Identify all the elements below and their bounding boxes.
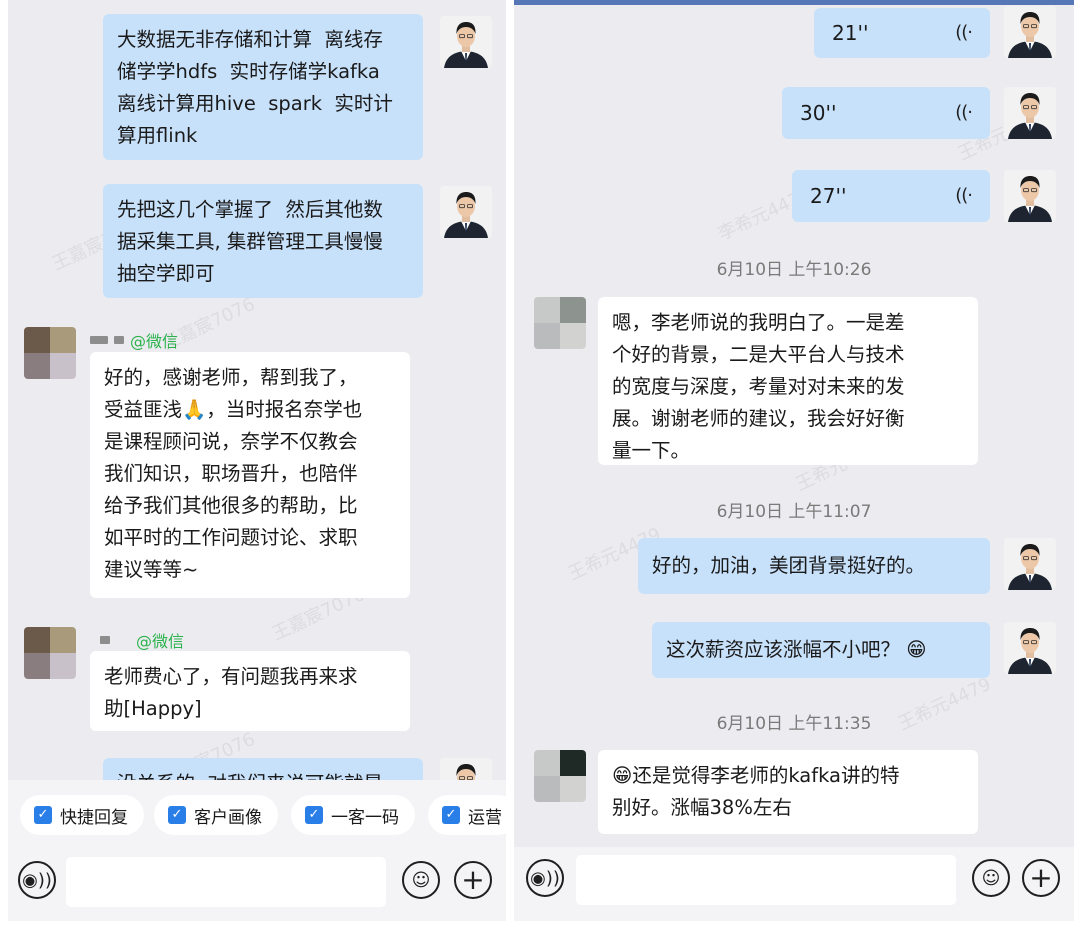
- voice-input-icon[interactable]: ◉)): [526, 859, 564, 897]
- voice-message[interactable]: 27'' ((·: [792, 170, 990, 222]
- checkbox-icon: ✓: [168, 806, 186, 824]
- teacher-avatar[interactable]: [1004, 622, 1056, 674]
- chip-quick-reply[interactable]: ✓ 快捷回复: [20, 795, 144, 835]
- checkbox-icon: ✓: [34, 806, 52, 824]
- wechat-tag: @微信: [136, 632, 185, 651]
- emoji-icon[interactable]: ☺: [972, 859, 1010, 897]
- message-bubble-other[interactable]: 嗯，李老师说的我明白了。一是差 个好的背景，二是大平台人与技术 的宽度与深度，考…: [598, 297, 978, 465]
- message-bubble-self[interactable]: 先把这几个掌握了 然后其他数 据采集工具, 集群管理工具慢慢 抽空学即可: [103, 184, 423, 298]
- message-bubble-self[interactable]: 好的，加油，美团背景挺好的。: [638, 538, 990, 594]
- teacher-avatar[interactable]: [1004, 6, 1056, 58]
- chip-label: 运营: [468, 807, 502, 828]
- teacher-avatar[interactable]: [440, 186, 492, 238]
- chat-panel-left: 王嘉宸7076 王嘉宸7076 7076 王嘉宸7076 王嘉宸7076 大数据…: [8, 0, 506, 921]
- sender-name: @微信: [90, 328, 178, 352]
- shortcut-bar: ✓ 快捷回复 ✓ 客户画像 ✓ 一客一码 ✓ 运营: [8, 780, 506, 850]
- timestamp: 6月10日 上午10:26: [716, 260, 872, 280]
- chip-one-customer-one-code[interactable]: ✓ 一客一码: [291, 795, 415, 835]
- chip-label: 快捷回复: [60, 807, 128, 828]
- voice-message[interactable]: 30'' ((·: [782, 87, 990, 139]
- plus-icon[interactable]: +: [454, 861, 492, 899]
- voice-duration: 30'': [800, 101, 837, 125]
- student-avatar[interactable]: [24, 627, 76, 679]
- chip-operation[interactable]: ✓ 运营: [428, 795, 506, 835]
- message-bubble-self[interactable]: 这次薪资应该涨幅不小吧？ 😁: [652, 622, 990, 678]
- wechat-tag: @微信: [130, 332, 179, 351]
- teacher-avatar[interactable]: [1004, 538, 1056, 590]
- student-avatar[interactable]: [24, 327, 76, 379]
- chip-customer-profile[interactable]: ✓ 客户画像: [154, 795, 278, 835]
- sender-name: @微信: [100, 628, 184, 652]
- voice-wave-icon: ((·: [955, 185, 973, 206]
- message-bubble-self[interactable]: 大数据无非存储和计算 离线存 储学学hdfs 实时存储学kafka 离线计算用h…: [103, 14, 423, 160]
- emoji-icon[interactable]: ☺: [402, 861, 440, 899]
- message-bubble-other[interactable]: 😁还是觉得李老师的kafka讲的特 别好。涨幅38%左右: [598, 750, 978, 834]
- message-bubble-other[interactable]: 老师费心了，有问题我再来求 助[Happy]: [90, 651, 410, 731]
- voice-duration: 27'': [810, 184, 847, 208]
- message-bubble-other[interactable]: 好的，感谢老师，帮到我了， 受益匪浅🙏，当时报名奈学也 是课程顾问说，奈学不仅教…: [90, 352, 410, 598]
- checkbox-icon: ✓: [442, 806, 460, 824]
- chip-label: 客户画像: [194, 807, 262, 828]
- voice-wave-icon: ((·: [955, 102, 973, 123]
- voice-duration: 21'': [832, 21, 869, 45]
- student-avatar[interactable]: [534, 750, 586, 802]
- voice-wave-icon: ((·: [955, 22, 973, 43]
- voice-message[interactable]: 21'' ((·: [814, 8, 990, 58]
- teacher-avatar[interactable]: [1004, 170, 1056, 222]
- blurred-name: [114, 336, 124, 344]
- input-bar: ◉)) ☺ +: [8, 849, 506, 921]
- top-accent-line: [514, 0, 1074, 5]
- checkbox-icon: ✓: [305, 806, 323, 824]
- timestamp: 6月10日 上午11:35: [716, 714, 872, 734]
- teacher-avatar[interactable]: [440, 16, 492, 68]
- teacher-avatar[interactable]: [1004, 87, 1056, 139]
- chip-label: 一客一码: [331, 807, 399, 828]
- voice-input-icon[interactable]: ◉)): [18, 861, 56, 899]
- blurred-name: [90, 336, 108, 344]
- message-input[interactable]: [66, 857, 386, 907]
- timestamp: 6月10日 上午11:07: [716, 502, 872, 522]
- message-input[interactable]: [576, 855, 956, 905]
- chat-panel-right: 王希元4479 李希元4479 王希元 王希元4479 王希元4479 21''…: [514, 0, 1074, 921]
- blurred-name: [100, 636, 110, 644]
- input-bar: ◉)) ☺ +: [514, 847, 1074, 921]
- student-avatar[interactable]: [534, 297, 586, 349]
- plus-icon[interactable]: +: [1022, 859, 1060, 897]
